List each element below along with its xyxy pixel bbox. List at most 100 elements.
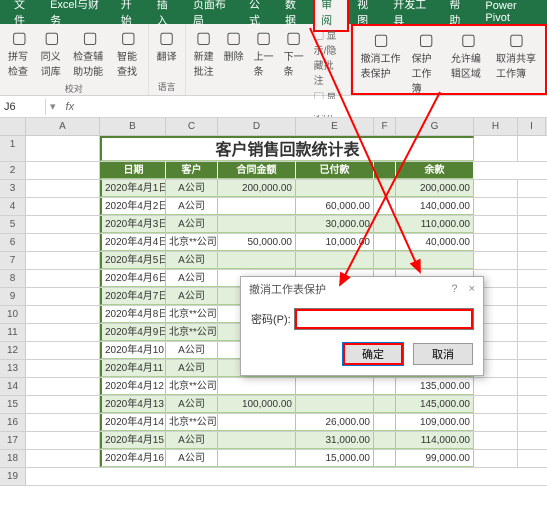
cell[interactable] bbox=[374, 234, 396, 251]
row-header[interactable]: 8 bbox=[0, 270, 26, 287]
cell[interactable]: 50,000.00 bbox=[218, 234, 296, 251]
ribbon-btn-新建批注[interactable]: ▢新建批注 bbox=[190, 26, 218, 80]
cell[interactable] bbox=[26, 324, 100, 341]
cell[interactable]: 99,000.00 bbox=[396, 450, 474, 467]
cell[interactable]: A公司 bbox=[166, 432, 218, 449]
close-icon[interactable]: × bbox=[469, 283, 475, 295]
ribbon-btn-智能查找[interactable]: ▢智能查找 bbox=[113, 26, 144, 80]
cell[interactable]: A公司 bbox=[166, 180, 218, 197]
cell[interactable] bbox=[296, 378, 374, 395]
col-header[interactable]: H bbox=[474, 118, 518, 135]
help-icon[interactable]: ? bbox=[451, 283, 457, 295]
col-header[interactable]: E bbox=[296, 118, 374, 135]
cell[interactable]: A公司 bbox=[166, 360, 218, 377]
cell[interactable] bbox=[26, 288, 100, 305]
cell[interactable]: 2020年4月3日 bbox=[100, 216, 166, 233]
cell[interactable] bbox=[26, 216, 100, 233]
row-header[interactable]: 16 bbox=[0, 414, 26, 431]
row-header[interactable]: 15 bbox=[0, 396, 26, 413]
cell[interactable] bbox=[396, 252, 474, 269]
cell[interactable]: 北京**公司 bbox=[166, 324, 218, 341]
row-header[interactable]: 19 bbox=[0, 468, 26, 485]
cell[interactable]: 109,000.00 bbox=[396, 414, 474, 431]
row-header[interactable]: 17 bbox=[0, 432, 26, 449]
cell[interactable]: 北京**公司 bbox=[166, 378, 218, 395]
cell[interactable] bbox=[26, 450, 100, 467]
cell[interactable]: 北京**公司 bbox=[166, 414, 218, 431]
cell[interactable]: 2020年4月5日 bbox=[100, 252, 166, 269]
row-header[interactable]: 11 bbox=[0, 324, 26, 341]
cell[interactable] bbox=[474, 432, 518, 449]
ribbon-btn-撤消工作表保护[interactable]: ▢撤消工作表保护 bbox=[357, 28, 406, 82]
cell[interactable] bbox=[474, 414, 518, 431]
cell[interactable]: A公司 bbox=[166, 342, 218, 359]
cell[interactable] bbox=[26, 198, 100, 215]
ribbon-btn-上一条[interactable]: ▢上一条 bbox=[250, 26, 278, 80]
cell[interactable] bbox=[296, 180, 374, 197]
cell[interactable] bbox=[218, 198, 296, 215]
cell[interactable] bbox=[474, 378, 518, 395]
cell[interactable] bbox=[474, 450, 518, 467]
ribbon-btn-下一条[interactable]: ▢下一条 bbox=[280, 26, 308, 80]
ribbon-btn-同义词库[interactable]: ▢同义词库 bbox=[37, 26, 68, 80]
cell[interactable] bbox=[474, 396, 518, 413]
row-header[interactable]: 3 bbox=[0, 180, 26, 197]
cell[interactable]: 2020年4月7日 bbox=[100, 288, 166, 305]
cell[interactable] bbox=[374, 180, 396, 197]
row-header[interactable]: 13 bbox=[0, 360, 26, 377]
select-all-corner[interactable] bbox=[0, 118, 26, 135]
cell[interactable] bbox=[26, 270, 100, 287]
col-header[interactable]: F bbox=[374, 118, 396, 135]
row-header[interactable]: 10 bbox=[0, 306, 26, 323]
cell[interactable] bbox=[26, 252, 100, 269]
cell[interactable] bbox=[26, 234, 100, 251]
column-header-cell[interactable]: 日期 bbox=[100, 162, 166, 179]
ribbon-btn-取消共享工作簿[interactable]: ▢取消共享工作簿 bbox=[492, 28, 541, 82]
cell[interactable] bbox=[218, 450, 296, 467]
cell[interactable]: 2020年4月8日 bbox=[100, 306, 166, 323]
cell[interactable]: A公司 bbox=[166, 270, 218, 287]
col-header[interactable]: B bbox=[100, 118, 166, 135]
cell[interactable] bbox=[26, 414, 100, 431]
cell[interactable]: 2020年4月14日 bbox=[100, 414, 166, 431]
cell[interactable]: A公司 bbox=[166, 198, 218, 215]
column-header-cell[interactable] bbox=[374, 162, 396, 179]
cell[interactable]: 145,000.00 bbox=[396, 396, 474, 413]
cell[interactable] bbox=[26, 342, 100, 359]
cell[interactable]: 2020年4月13日 bbox=[100, 396, 166, 413]
cell[interactable] bbox=[374, 216, 396, 233]
column-header-cell[interactable]: 合同金额 bbox=[218, 162, 296, 179]
password-input[interactable] bbox=[295, 309, 473, 329]
cell[interactable] bbox=[26, 162, 100, 179]
cell[interactable]: 2020年4月9日 bbox=[100, 324, 166, 341]
column-header-cell[interactable]: 客户 bbox=[166, 162, 218, 179]
cell[interactable] bbox=[218, 378, 296, 395]
formula-input[interactable] bbox=[80, 99, 547, 115]
row-header[interactable]: 2 bbox=[0, 162, 26, 179]
table-title[interactable]: 客户销售回款统计表 bbox=[100, 136, 474, 161]
col-header[interactable]: C bbox=[166, 118, 218, 135]
row-header[interactable]: 7 bbox=[0, 252, 26, 269]
cell[interactable]: 200,000.00 bbox=[218, 180, 296, 197]
cell[interactable] bbox=[218, 414, 296, 431]
cell[interactable]: 2020年4月10日 bbox=[100, 342, 166, 359]
cell[interactable]: A公司 bbox=[166, 288, 218, 305]
cell[interactable] bbox=[374, 252, 396, 269]
ribbon-small-显示/隐藏批注[interactable]: ▢ 显示/隐藏批注 bbox=[310, 26, 346, 88]
cell[interactable]: 2020年4月11日 bbox=[100, 360, 166, 377]
cell[interactable] bbox=[26, 378, 100, 395]
cell[interactable] bbox=[296, 396, 374, 413]
cell[interactable]: 140,000.00 bbox=[396, 198, 474, 215]
cell[interactable]: A公司 bbox=[166, 216, 218, 233]
cell[interactable]: A公司 bbox=[166, 396, 218, 413]
cell[interactable]: A公司 bbox=[166, 450, 218, 467]
cell[interactable]: 31,000.00 bbox=[296, 432, 374, 449]
cell[interactable]: 135,000.00 bbox=[396, 378, 474, 395]
row-header[interactable]: 12 bbox=[0, 342, 26, 359]
column-header-cell[interactable]: 余款 bbox=[396, 162, 474, 179]
cell[interactable] bbox=[374, 450, 396, 467]
row-header[interactable]: 1 bbox=[0, 136, 26, 161]
cell[interactable] bbox=[474, 136, 518, 161]
cell[interactable]: A公司 bbox=[166, 252, 218, 269]
row-header[interactable]: 9 bbox=[0, 288, 26, 305]
